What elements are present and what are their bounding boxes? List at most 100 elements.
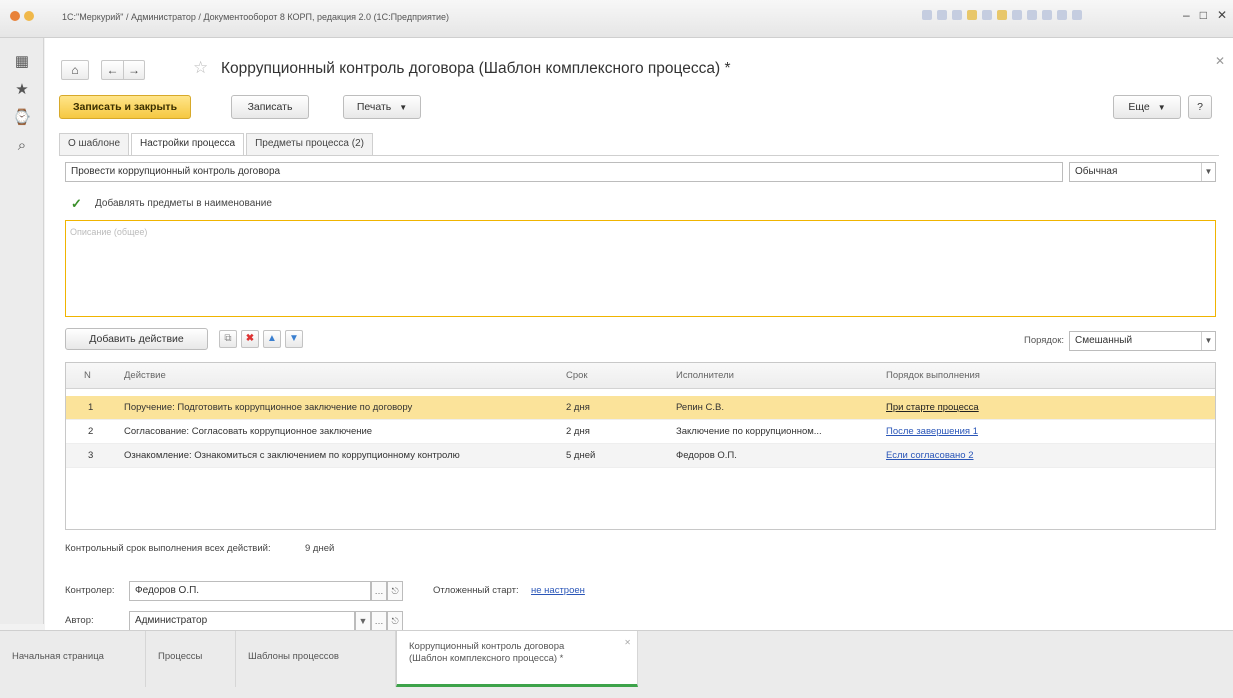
open-icon[interactable]: ⎋	[387, 611, 403, 631]
col-executors[interactable]: Исполнители	[676, 370, 734, 381]
controller-label: Контролер:	[65, 585, 115, 596]
table-row[interactable]: 3 Ознакомление: Ознакомиться с заключени…	[66, 444, 1215, 468]
control-term-value: 9 дней	[305, 543, 335, 554]
window-title: 1С:"Меркурий" / Администратор / Документ…	[62, 12, 450, 22]
close-window-icon[interactable]: ✕	[1217, 8, 1227, 22]
tab-about-template[interactable]: О шаблоне	[59, 133, 130, 155]
delete-icon[interactable]: ✖	[241, 330, 259, 348]
maximize-icon[interactable]: □	[1200, 8, 1207, 22]
col-term[interactable]: Срок	[566, 370, 588, 381]
table-row[interactable]: 2 Согласование: Согласовать коррупционно…	[66, 420, 1215, 444]
process-name-field[interactable]: Провести коррупционный контроль договора	[65, 162, 1063, 182]
tabs: О шаблоне Настройки процесса Предметы пр…	[59, 133, 375, 156]
chevron-down-icon[interactable]: ▼	[1201, 332, 1215, 350]
tool-icon[interactable]	[922, 10, 932, 20]
cell-n: 2	[88, 426, 94, 437]
tool-icon[interactable]	[1057, 10, 1067, 20]
search-icon[interactable]: ⌕	[12, 136, 32, 156]
app-logo-icon[interactable]	[10, 11, 20, 21]
add-action-button[interactable]: Добавить действие	[65, 328, 208, 350]
tab-current-form-line2: (Шаблон комплексного процесса) *	[409, 653, 564, 664]
controller-field[interactable]: Федоров О.П.	[129, 581, 371, 601]
tab-process-subjects[interactable]: Предметы процесса (2)	[246, 133, 373, 155]
page-title: Коррупционный контроль договора (Шаблон …	[221, 60, 731, 77]
control-term-label: Контрольный срок выполнения всех действи…	[65, 543, 271, 554]
order-select[interactable]: Смешанный ▼	[1069, 331, 1216, 351]
tool-icon[interactable]	[982, 10, 992, 20]
star-icon[interactable]: ☆	[193, 58, 208, 78]
home-button[interactable]: ⌂	[61, 60, 89, 80]
tab-current-form[interactable]: Коррупционный контроль договора (Шаблон …	[396, 631, 638, 687]
form-header: ⌂ ← → ☆ Коррупционный контроль договора …	[45, 38, 1233, 90]
move-down-icon[interactable]: ▼	[285, 330, 303, 348]
author-label: Автор:	[65, 615, 94, 626]
description-placeholder: Описание (общее)	[70, 227, 148, 237]
move-up-icon[interactable]: ▲	[263, 330, 281, 348]
save-close-button[interactable]: Записать и закрыть	[59, 95, 191, 119]
col-order[interactable]: Порядок выполнения	[886, 370, 980, 381]
window-controls: – □ ✕	[1183, 8, 1227, 22]
select-button[interactable]: …	[371, 611, 387, 631]
arrow-left-icon: ←	[106, 63, 119, 77]
select-button[interactable]: …	[371, 581, 387, 601]
author-field[interactable]: Администратор	[129, 611, 355, 631]
save-button[interactable]: Записать	[231, 95, 309, 119]
actions-table: N Действие Срок Исполнители Порядок выпо…	[65, 362, 1216, 530]
add-subjects-checkbox[interactable]: ✓	[71, 197, 83, 210]
col-action[interactable]: Действие	[124, 370, 166, 381]
chevron-down-icon[interactable]: ▼	[1201, 163, 1215, 181]
tab-process-templates[interactable]: Шаблоны процессов	[236, 631, 396, 687]
close-tab-icon[interactable]: ✕	[624, 637, 631, 649]
history-icon[interactable]: ⌚	[12, 108, 32, 128]
forward-button[interactable]: →	[123, 60, 145, 80]
close-icon[interactable]: ✕	[1215, 54, 1225, 68]
open-icon[interactable]: ⎋	[387, 581, 403, 601]
print-label: Печать	[356, 101, 392, 113]
delayed-start-link[interactable]: не настроен	[531, 585, 585, 596]
tool-icon[interactable]	[997, 10, 1007, 20]
tab-start-page[interactable]: Начальная страница	[0, 631, 146, 687]
home-icon: ⌂	[71, 63, 79, 77]
cell-executors: Заключение по коррупционном...	[676, 426, 822, 437]
cell-order-link[interactable]: При старте процесса	[886, 402, 979, 413]
cell-n: 1	[88, 402, 94, 413]
tool-icon[interactable]	[967, 10, 977, 20]
tool-icon[interactable]	[1042, 10, 1052, 20]
tool-icon[interactable]	[937, 10, 947, 20]
arrow-right-icon: →	[128, 63, 140, 77]
delayed-start-label: Отложенный старт:	[433, 585, 519, 596]
cell-term: 2 дня	[566, 426, 590, 437]
tool-icon[interactable]	[1027, 10, 1037, 20]
importance-select[interactable]: Обычная ▼	[1069, 162, 1216, 182]
tool-icon[interactable]	[1072, 10, 1082, 20]
template-icon[interactable]: ⧉	[219, 330, 237, 348]
minimize-icon[interactable]: –	[1183, 8, 1190, 22]
open-windows-bar: Начальная страница Процессы Шаблоны проц…	[0, 630, 1233, 698]
cell-order-link[interactable]: Если согласовано 2	[886, 450, 974, 461]
tool-icon[interactable]	[1012, 10, 1022, 20]
tab-current-form-line1: Коррупционный контроль договора	[409, 641, 565, 652]
chevron-down-icon: ▼	[1157, 103, 1166, 112]
back-button[interactable]: ←	[101, 60, 123, 80]
left-panel: ▦ ★ ⌚ ⌕	[0, 38, 44, 624]
sections-icon[interactable]: ▦	[12, 52, 32, 72]
tool-icon[interactable]	[952, 10, 962, 20]
add-subjects-label: Добавлять предметы в наименование	[95, 198, 272, 209]
tab-processes[interactable]: Процессы	[146, 631, 236, 687]
system-icons	[10, 11, 34, 21]
table-row[interactable]: 1 Поручение: Подготовить коррупционное з…	[66, 396, 1215, 420]
print-button[interactable]: Печать ▼	[343, 95, 421, 119]
order-label: Порядок:	[1024, 335, 1065, 346]
col-n[interactable]: N	[84, 370, 91, 381]
favorites-icon[interactable]: ★	[12, 80, 32, 100]
help-button[interactable]: ?	[1188, 95, 1212, 119]
chevron-down-icon[interactable]: ▼	[355, 611, 371, 631]
cell-executors: Федоров О.П.	[676, 450, 737, 461]
app-menu-icon[interactable]	[24, 11, 34, 21]
tab-process-settings[interactable]: Настройки процесса	[131, 133, 245, 156]
cell-n: 3	[88, 450, 94, 461]
cell-order-link[interactable]: После завершения 1	[886, 426, 978, 437]
more-button[interactable]: Еще ▼	[1113, 95, 1181, 119]
table-header: N Действие Срок Исполнители Порядок выпо…	[66, 363, 1215, 389]
description-textarea[interactable]: Описание (общее)	[65, 220, 1216, 317]
